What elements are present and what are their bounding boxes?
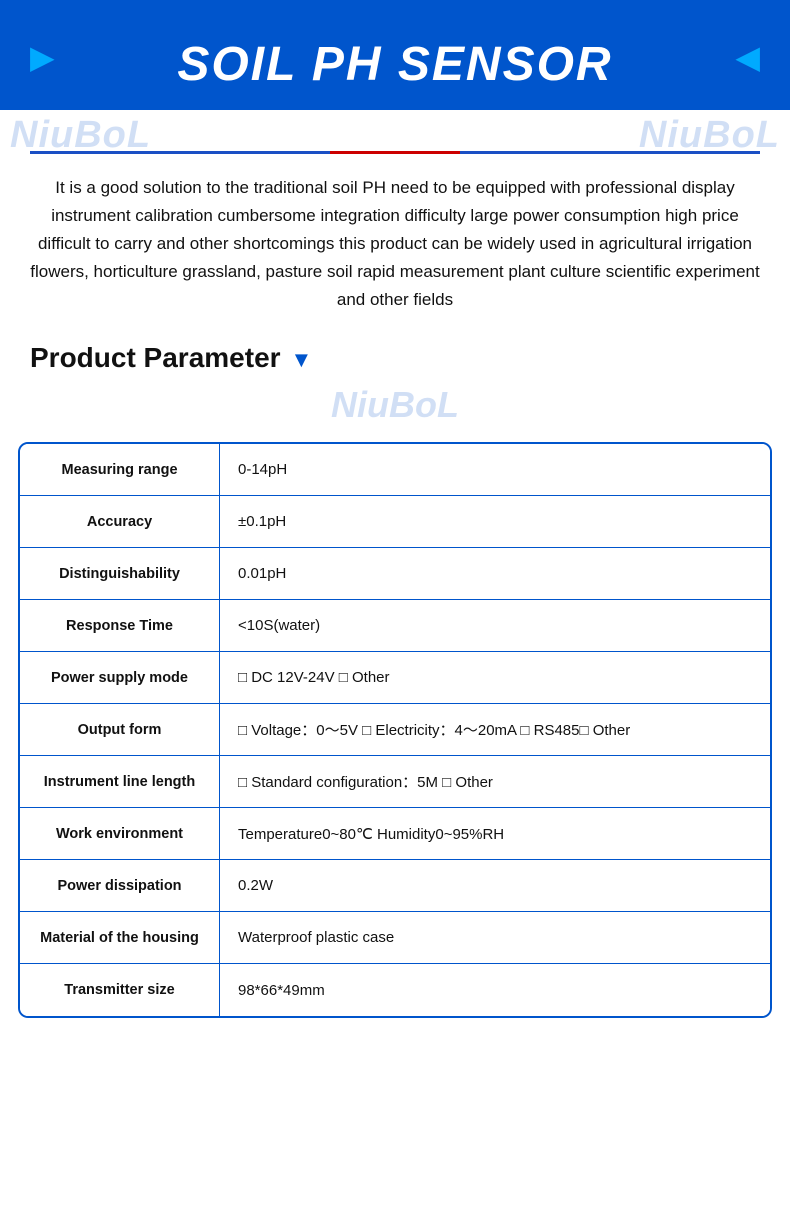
param-value: <10S(water) [220, 600, 770, 651]
param-label: Instrument line length [20, 756, 220, 807]
param-label: Distinguishability [20, 548, 220, 599]
table-row: Power supply mode□ DC 12V-24V □ Other [20, 652, 770, 704]
table-row: Output form□ Voltage：0～5V □ Electricity：… [20, 704, 770, 756]
param-label: Response Time [20, 600, 220, 651]
param-value: □ Voltage：0～5V □ Electricity：4～20mA □ RS… [220, 704, 770, 755]
param-label: Output form [20, 704, 220, 755]
header-section: ▶ SOIL PH SENSOR ◀ [0, 0, 790, 110]
param-label: Power supply mode [20, 652, 220, 703]
table-row: Distinguishability0.01pH [20, 548, 770, 600]
param-value: Temperature0~80℃ Humidity0~95%RH [220, 808, 770, 859]
section-header: Product Parameter ▼ [0, 324, 790, 384]
param-value: Waterproof plastic case [220, 912, 770, 963]
table-row: Response Time<10S(water) [20, 600, 770, 652]
right-arrow-icon: ◀ [735, 38, 760, 76]
param-value: □ Standard configuration：5M □ Other [220, 756, 770, 807]
parameter-table: Measuring range0-14pHAccuracy±0.1pHDisti… [18, 442, 772, 1018]
section-arrow-icon: ▼ [291, 347, 313, 373]
table-row: Power dissipation0.2W [20, 860, 770, 912]
section-title: Product Parameter [30, 342, 281, 374]
param-label: Measuring range [20, 444, 220, 495]
param-value: □ DC 12V-24V □ Other [220, 652, 770, 703]
table-row: Instrument line length□ Standard configu… [20, 756, 770, 808]
param-label: Transmitter size [20, 964, 220, 1016]
page-title: SOIL PH SENSOR [177, 37, 612, 92]
section-watermark: NiuBoL [0, 384, 790, 432]
param-value: 0-14pH [220, 444, 770, 495]
product-description: It is a good solution to the traditional… [0, 154, 790, 324]
param-value: 0.2W [220, 860, 770, 911]
table-row: Work environmentTemperature0~80℃ Humidit… [20, 808, 770, 860]
param-label: Power dissipation [20, 860, 220, 911]
param-value: 98*66*49mm [220, 964, 770, 1016]
param-value: 0.01pH [220, 548, 770, 599]
table-row: Accuracy±0.1pH [20, 496, 770, 548]
left-arrow-icon: ▶ [30, 38, 55, 76]
param-label: Work environment [20, 808, 220, 859]
param-label: Material of the housing [20, 912, 220, 963]
table-row: Measuring range0-14pH [20, 444, 770, 496]
table-row: Transmitter size98*66*49mm [20, 964, 770, 1016]
param-label: Accuracy [20, 496, 220, 547]
table-row: Material of the housingWaterproof plasti… [20, 912, 770, 964]
param-value: ±0.1pH [220, 496, 770, 547]
